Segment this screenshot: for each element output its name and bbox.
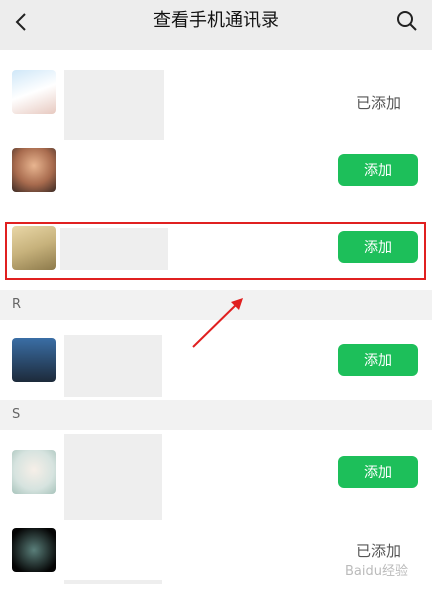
avatar — [12, 450, 56, 494]
add-button[interactable]: 添加 — [338, 154, 418, 186]
contact-row-5: 添加 — [0, 434, 432, 584]
avatar — [12, 338, 56, 382]
watermark-text: Baidu经验 — [345, 564, 408, 579]
added-status: 已添加 — [356, 542, 402, 560]
header-bar: 查看手机通讯录 — [0, 0, 432, 50]
avatar — [12, 528, 56, 572]
add-button[interactable]: 添加 — [338, 344, 418, 376]
added-status: 已添加 — [356, 94, 402, 112]
arrow-icon — [192, 298, 243, 348]
contact-row-1: 已添加 — [0, 60, 432, 200]
add-button[interactable]: 添加 — [338, 456, 418, 488]
avatar — [12, 148, 56, 192]
name-mask — [64, 335, 162, 397]
page-title: 查看手机通讯录 — [153, 10, 279, 31]
section-header-s: S — [0, 400, 432, 430]
contact-row-2: 添加 — [0, 140, 432, 205]
avatar — [12, 70, 56, 114]
search-icon[interactable] — [394, 8, 420, 34]
highlight-box — [5, 222, 426, 280]
